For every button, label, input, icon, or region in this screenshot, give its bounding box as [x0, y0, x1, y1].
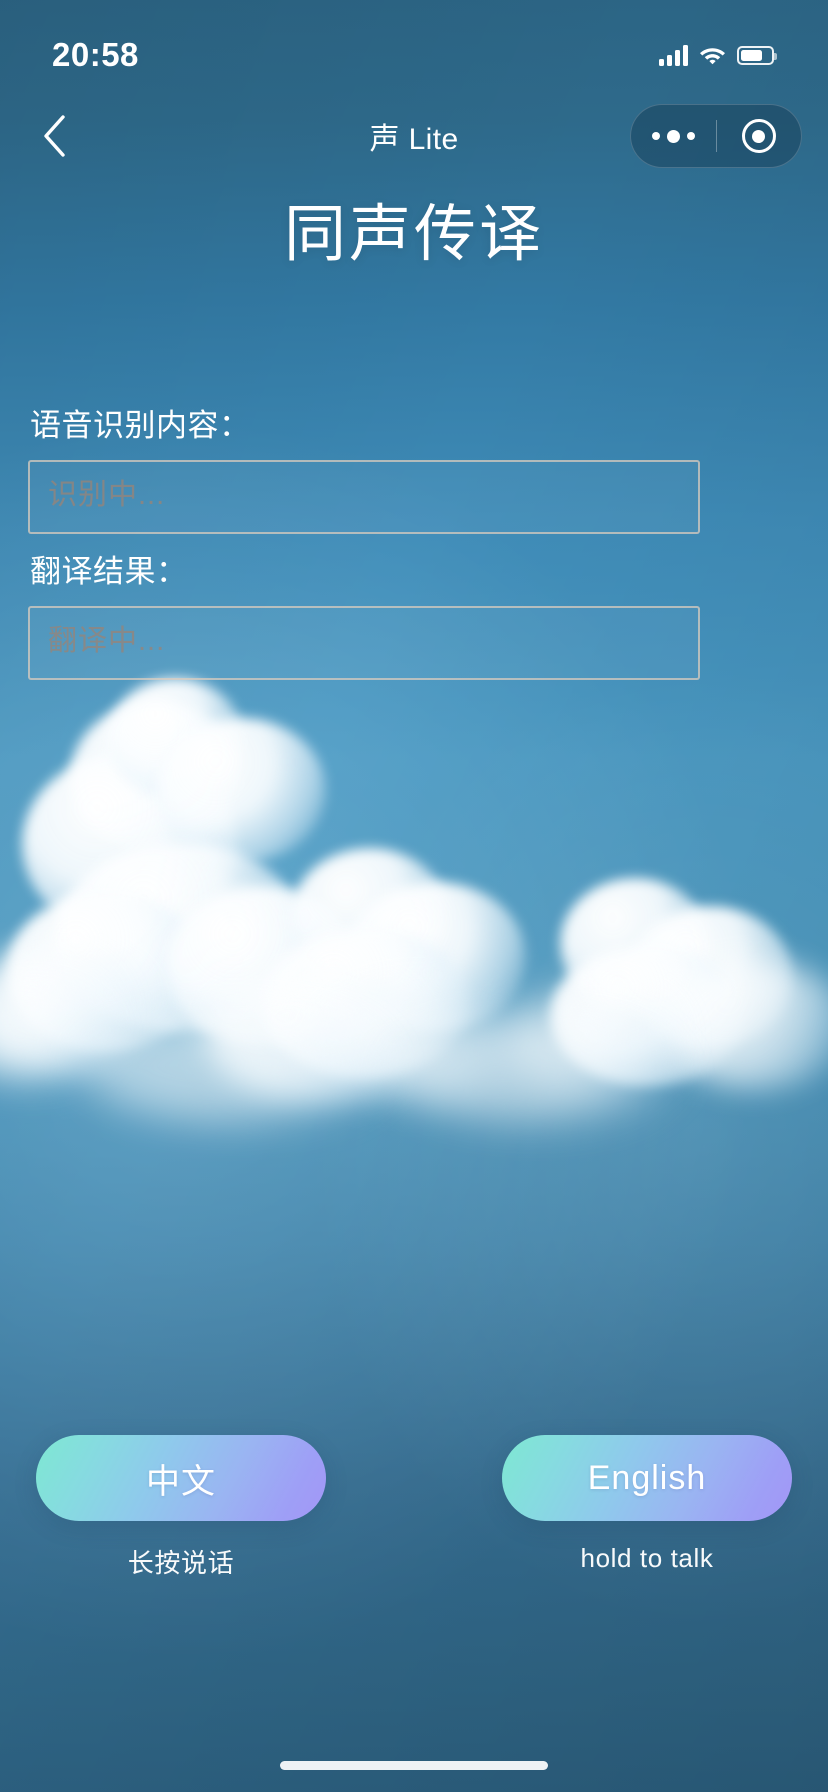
translation-result-label: 翻译结果： [30, 554, 188, 589]
talk-button-row: 中文 长按说话 English hold to talk [0, 1435, 828, 1580]
home-indicator-bar[interactable] [280, 1761, 548, 1770]
speech-recognition-label: 语音识别内容： [30, 408, 251, 443]
cellular-signal-icon [659, 44, 688, 66]
chinese-talk-button[interactable]: 中文 [36, 1435, 326, 1521]
translation-result-placeholder: 翻译中... [48, 625, 166, 657]
status-bar-indicators [659, 44, 777, 66]
app-screen: 20:58 声 Lite 同声传译 语音识别内容： 识别中... 翻译结果： 翻… [0, 0, 828, 1792]
status-bar-time: 20:58 [52, 36, 139, 73]
wifi-icon [699, 45, 726, 65]
speech-recognition-input[interactable]: 识别中... [28, 460, 700, 534]
english-talk-group: English hold to talk [502, 1435, 792, 1580]
battery-icon [737, 45, 777, 65]
status-bar: 20:58 [0, 0, 828, 96]
navigation-bar: 声 Lite [0, 96, 828, 176]
page-title: 同声传译 [283, 200, 544, 269]
translation-result-input[interactable]: 翻译中... [28, 606, 700, 680]
chinese-talk-group: 中文 长按说话 [36, 1435, 326, 1580]
target-circle-icon[interactable] [717, 105, 802, 167]
english-talk-hint: hold to talk [580, 1543, 714, 1573]
chinese-talk-hint: 长按说话 [127, 1548, 235, 1578]
speech-recognition-placeholder: 识别中... [48, 479, 166, 511]
more-options-icon[interactable] [631, 105, 716, 167]
miniprogram-capsule[interactable] [630, 104, 802, 168]
english-talk-button[interactable]: English [502, 1435, 792, 1521]
